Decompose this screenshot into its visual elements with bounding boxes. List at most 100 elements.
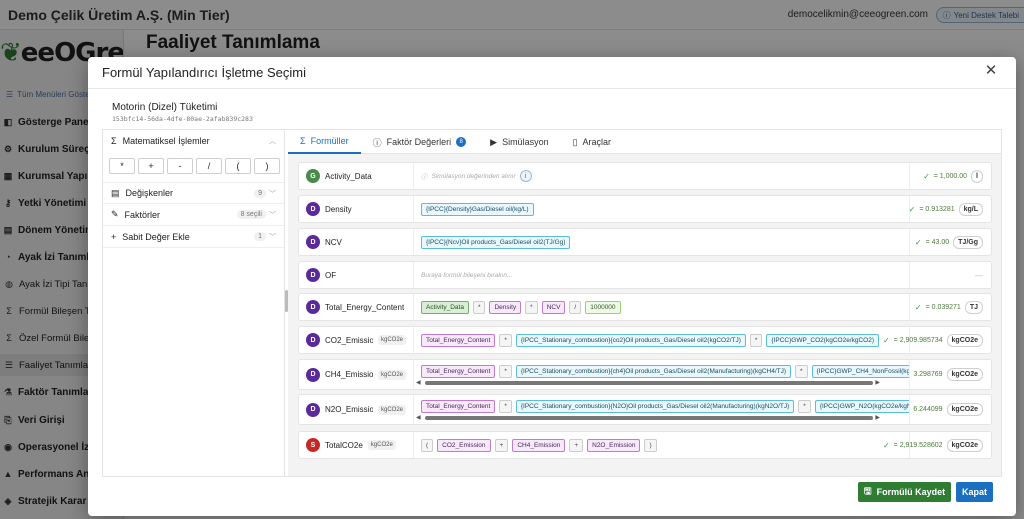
formula-chip[interactable]: CO2_Emission bbox=[437, 438, 491, 452]
variable-unit: kgCO2e bbox=[367, 440, 396, 450]
formula-row: D NCV {IPCC}{Ncv}Oil products_Gas/Diesel o… bbox=[298, 228, 992, 256]
operator-chip[interactable]: / bbox=[569, 300, 582, 314]
operator-chip[interactable]: * bbox=[798, 400, 811, 413]
tools-icon: ▯ bbox=[572, 136, 578, 147]
formula-drop-zone[interactable]: (CO2_Emission + CH4_Emission + N2O_Emission) bbox=[421, 432, 909, 458]
formula-variable: D NCV bbox=[299, 229, 414, 255]
variables-section[interactable]: ▤ Değişkenler 9 ﹀ bbox=[103, 182, 284, 204]
formula-variable: D CH4_Emission kgCO2e bbox=[299, 360, 414, 389]
tab-formulas[interactable]: Σ Formüller bbox=[288, 130, 361, 154]
formula-drop-zone[interactable]: ⓘ Simülasyon değerinden alınır i bbox=[421, 163, 909, 189]
formula-drop-zone[interactable]: Activity_Data * Density * NCV/1000000 bbox=[421, 294, 909, 320]
result-unit-button[interactable]: kgCO2e bbox=[946, 403, 983, 416]
variable-name: TotalCO2e bbox=[325, 440, 363, 450]
plus-icon: + bbox=[111, 231, 117, 242]
variable-type-badge: D bbox=[306, 300, 320, 314]
formula-chip[interactable]: NCV bbox=[541, 300, 566, 314]
formula-result: ✓ = 1,000.00 l bbox=[909, 163, 991, 189]
operator-chip[interactable]: * bbox=[472, 300, 486, 314]
save-icon: 🖫 bbox=[863, 486, 872, 496]
formula-chip[interactable]: Total_Energy_Content bbox=[421, 365, 496, 378]
formula-chip[interactable]: Activity_Data bbox=[421, 300, 469, 314]
formula-chip[interactable]: Density bbox=[489, 300, 522, 314]
operator-chip[interactable]: * bbox=[499, 365, 512, 378]
check-icon: ✓ bbox=[923, 171, 930, 181]
formula-variable: D OF bbox=[299, 262, 414, 288]
variable-type-badge: D bbox=[306, 333, 320, 347]
operator-chip[interactable]: ) bbox=[644, 438, 657, 452]
formula-chip[interactable]: {IPCC}GWP_CO2(kgCO2e/kgCO2) bbox=[766, 333, 880, 347]
scroll-right-icon[interactable]: ▶ bbox=[875, 414, 880, 421]
formula-result: ✓ = 2,909.985734 kgCO2e bbox=[883, 327, 991, 353]
operator-close-paren-button[interactable]: ) bbox=[254, 158, 280, 174]
formula-chip[interactable]: {IPCC_Stationary_combustion}{co2}Oil pro… bbox=[515, 333, 746, 347]
math-operations-header[interactable]: Σ Matematiksel İşlemler ︿ bbox=[103, 130, 284, 152]
formula-chip[interactable]: {IPCC}GWP_N2O(kgCO2e/kgN2O) bbox=[814, 400, 909, 413]
constant-section[interactable]: + Sabit Değer Ekle 1 ﹀ bbox=[103, 226, 284, 248]
result-unit-button[interactable]: kg/L bbox=[958, 202, 983, 216]
variable-unit: kgCO2e bbox=[378, 404, 407, 415]
operator-plus-button[interactable]: + bbox=[138, 158, 164, 174]
horizontal-scrollbar[interactable]: ◀ ▶ bbox=[416, 380, 880, 386]
scroll-left-icon[interactable]: ◀ bbox=[416, 414, 421, 421]
info-icon[interactable]: i bbox=[519, 170, 532, 182]
operator-minus-button[interactable]: - bbox=[167, 158, 193, 174]
result-unit-button[interactable]: l bbox=[971, 169, 983, 183]
close-icon[interactable]: ✕ bbox=[984, 63, 998, 78]
drop-hint: ⓘ Simülasyon değerinden alınır i bbox=[421, 170, 532, 182]
operator-chip[interactable]: * bbox=[525, 300, 538, 314]
formula-drop-zone[interactable]: Total_Energy_Content * {IPCC_Stationary_co… bbox=[421, 327, 909, 353]
formula-result: ✓ = 0.039271 TJ bbox=[909, 294, 991, 320]
horizontal-scrollbar[interactable]: ◀ ▶ bbox=[416, 415, 880, 421]
result-unit-button[interactable]: kgCO2e bbox=[946, 438, 983, 452]
operator-chip[interactable]: * bbox=[795, 365, 808, 378]
scroll-thumb[interactable] bbox=[425, 416, 873, 420]
operator-chip[interactable]: * bbox=[499, 400, 512, 413]
check-icon: ✓ bbox=[882, 335, 890, 345]
formula-chip[interactable]: {IPCC}GWP_CH4_NonFossil(kgCO2e/kg bbox=[811, 365, 909, 378]
formula-chip[interactable]: {IPCC_Stationary_combustion}{ch4}Oil pro… bbox=[515, 365, 792, 378]
formula-tabs: Σ Formüller ⓘ Faktör Değerleri 8 ▶ Simül… bbox=[288, 130, 1001, 154]
variable-type-badge: D bbox=[306, 235, 320, 249]
check-icon: ✓ bbox=[908, 204, 916, 214]
variable-name: Activity_Data bbox=[325, 171, 372, 181]
empty-result: — bbox=[975, 270, 983, 280]
save-formula-button[interactable]: 🖫 Formülü Kaydet bbox=[858, 482, 951, 502]
scroll-left-icon[interactable]: ◀ bbox=[416, 379, 421, 386]
result-unit-button[interactable]: kgCO2e bbox=[946, 368, 983, 381]
formula-chip[interactable]: Total_Energy_Content bbox=[421, 400, 496, 413]
scroll-thumb[interactable] bbox=[425, 381, 873, 385]
result-unit-button[interactable]: TJ/Gg bbox=[953, 235, 983, 249]
tab-simulation[interactable]: ▶ Simülasyon bbox=[478, 130, 560, 154]
scroll-right-icon[interactable]: ▶ bbox=[875, 379, 880, 386]
tab-factor-values[interactable]: ⓘ Faktör Değerleri 8 bbox=[361, 130, 479, 154]
operator-chip[interactable]: ( bbox=[421, 438, 434, 452]
tab-tools[interactable]: ▯ Araçlar bbox=[561, 130, 623, 154]
formula-chip[interactable]: Total_Energy_Content bbox=[421, 333, 496, 347]
result-unit-button[interactable]: kgCO2e bbox=[946, 333, 983, 347]
formula-chip[interactable]: CH4_Emission bbox=[512, 438, 566, 452]
operator-open-paren-button[interactable]: ( bbox=[225, 158, 251, 174]
formula-drop-zone[interactable]: {IPCC}{Density}Gas/Diesel oil(kg/L) bbox=[421, 196, 909, 222]
operator-divide-button[interactable]: / bbox=[196, 158, 222, 174]
formula-drop-zone[interactable]: Buraya formül bileşeni bırakın... bbox=[421, 262, 909, 288]
formula-chip[interactable]: {IPCC_Stationary_combustion}{N2O}Oil pro… bbox=[515, 400, 795, 413]
factors-section[interactable]: ✎ Faktörler 8 seçili ﹀ bbox=[103, 204, 284, 226]
operator-chip[interactable]: + bbox=[494, 438, 509, 452]
operator-chip[interactable]: * bbox=[749, 333, 763, 347]
close-button[interactable]: Kapat bbox=[956, 482, 993, 502]
factors-count: 8 seçili bbox=[236, 210, 266, 219]
formula-chip[interactable]: {IPCC}{Ncv}Oil products_Gas/Diesel oil2(… bbox=[421, 235, 571, 249]
result-unit-button[interactable]: TJ bbox=[964, 300, 983, 314]
formula-row: DN2O_EmissionkgCO2eTotal_Energy_Content*… bbox=[298, 394, 992, 425]
operator-chip[interactable]: * bbox=[499, 333, 512, 347]
formula-variable: D CO2_Emission kgCO2e bbox=[299, 327, 414, 353]
formula-chip[interactable]: N2O_Emission bbox=[587, 438, 641, 452]
formula-chip[interactable]: {IPCC}{Density}Gas/Diesel oil(kg/L) bbox=[421, 202, 534, 216]
formula-row: D Total_Energy_Content Activity_Data * Densi… bbox=[298, 293, 992, 321]
operator-multiply-button[interactable]: * bbox=[109, 158, 135, 174]
formula-chip[interactable]: 1000000 bbox=[585, 300, 621, 314]
operator-chip[interactable]: + bbox=[569, 438, 584, 452]
result-value: = 0.913281 bbox=[919, 205, 955, 213]
formula-drop-zone[interactable]: {IPCC}{Ncv}Oil products_Gas/Diesel oil2(… bbox=[421, 229, 909, 255]
